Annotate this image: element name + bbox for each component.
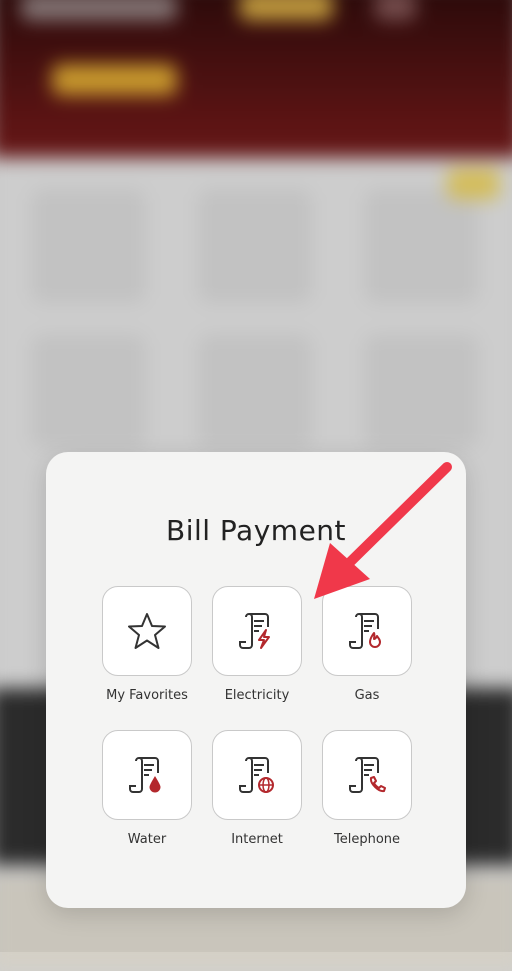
category-label: Internet [231,832,283,847]
category-telephone[interactable]: Telephone [322,730,412,847]
category-electricity-tile[interactable] [212,586,302,676]
category-internet-tile[interactable] [212,730,302,820]
category-label: Water [127,832,167,847]
star-icon [127,611,167,651]
category-water[interactable]: Water [102,730,192,847]
water-bill-icon [125,753,169,797]
category-label: Gas [354,688,380,703]
annotation-arrow [314,462,452,599]
electricity-bill-icon [235,609,279,653]
gas-bill-icon [345,609,389,653]
category-internet[interactable]: Internet [212,730,302,847]
category-electricity[interactable]: Electricity [212,586,302,703]
category-water-tile[interactable] [102,730,192,820]
category-label: Electricity [224,688,290,703]
category-my-favorites-tile[interactable] [102,586,192,676]
category-label: My Favorites [106,688,188,703]
telephone-bill-icon [345,753,389,797]
internet-bill-icon [235,753,279,797]
category-label: Telephone [333,832,401,847]
category-telephone-tile[interactable] [322,730,412,820]
category-my-favorites[interactable]: My Favorites [102,586,192,703]
